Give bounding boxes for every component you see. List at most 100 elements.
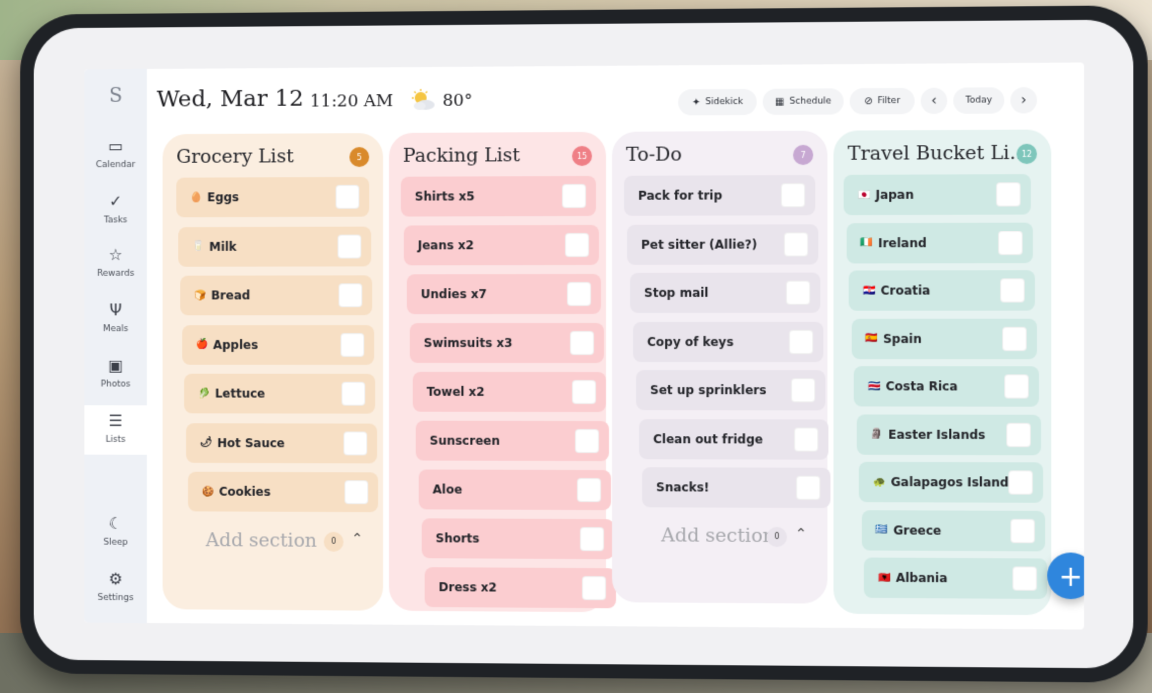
eye-off-icon: ⊘ [864, 95, 873, 107]
sidebar-item-meals[interactable]: Ψ Meals [84, 295, 147, 344]
list-item[interactable]: Pack for trip [624, 174, 816, 216]
list-item[interactable]: Dress x2 [424, 567, 617, 609]
check-icon: ✓ [109, 191, 123, 211]
list-item[interactable]: Snacks! [642, 467, 831, 509]
list-title[interactable]: Packing List [403, 144, 520, 166]
list-item[interactable]: Towel x2 [412, 371, 607, 413]
schedule-button[interactable]: ▦ Schedule [762, 88, 844, 115]
prev-button[interactable]: ‹ [920, 87, 948, 115]
list-item[interactable]: Pet sitter (Allie?) [627, 223, 818, 265]
item-checkbox[interactable] [581, 576, 607, 601]
list-item[interactable]: 🇬🇷 Greece [861, 509, 1046, 551]
item-checkbox[interactable] [998, 230, 1023, 255]
gear-icon: ⚙ [108, 569, 123, 589]
item-checkbox[interactable] [567, 281, 591, 307]
list-item-label: Eggs [207, 190, 240, 205]
item-checkbox[interactable] [572, 379, 596, 405]
item-checkbox[interactable] [1006, 422, 1031, 447]
add-section-button[interactable]: Add section [661, 524, 775, 547]
list-item[interactable]: 🥬 Lettuce [184, 373, 376, 414]
item-checkbox[interactable] [335, 184, 360, 209]
sidebar-item-sleep[interactable]: ☾ Sleep [84, 508, 147, 558]
list-item[interactable]: 🍪 Cookies [188, 471, 379, 513]
item-checkbox[interactable] [338, 283, 363, 308]
item-checkbox[interactable] [996, 182, 1021, 207]
item-checkbox[interactable] [783, 231, 808, 257]
list-item[interactable]: Shirts x5 [400, 175, 596, 217]
item-checkbox[interactable] [340, 332, 364, 357]
sidebar-item-photos[interactable]: ▣ Photos [84, 350, 147, 399]
list-item[interactable]: 🇦🇱 Albania [863, 557, 1048, 599]
sidebar-item-settings[interactable]: ⚙ Settings [84, 563, 147, 613]
list-item[interactable]: Jeans x2 [403, 224, 599, 266]
item-checkbox[interactable] [564, 232, 589, 258]
filter-button[interactable]: ⊘ Filter [849, 87, 915, 115]
list-item[interactable]: Set up sprinklers [636, 370, 826, 411]
list-item[interactable]: Clean out fridge [639, 418, 828, 460]
item-checkbox[interactable] [344, 480, 369, 505]
item-checkbox[interactable] [569, 330, 594, 356]
list-item[interactable]: 🐢 Galapagos Islands [858, 461, 1044, 503]
add-fab-button[interactable]: + [1047, 552, 1085, 600]
item-checkbox[interactable] [1004, 374, 1029, 399]
item-checkbox[interactable] [780, 183, 806, 208]
next-button[interactable]: › [1010, 87, 1037, 114]
list-item[interactable]: Shorts [421, 518, 614, 560]
plus-icon: + [1058, 559, 1083, 593]
sidebar-item-rewards[interactable]: ☆ Rewards [84, 239, 147, 289]
item-checkbox[interactable] [1010, 518, 1035, 543]
item-checkbox[interactable] [562, 183, 586, 209]
list-item[interactable]: 🇪🇸 Spain [851, 318, 1037, 359]
item-checkbox[interactable] [576, 478, 602, 503]
list-title[interactable]: To-Do [626, 143, 682, 165]
list-item-label: Copy of keys [647, 334, 734, 349]
list-title[interactable]: Grocery List [176, 145, 293, 167]
item-checkbox[interactable] [785, 280, 811, 305]
item-checkbox[interactable] [791, 378, 816, 403]
list-item[interactable]: 🍎 Apples [182, 324, 374, 365]
list-icon: ☰ [108, 411, 123, 431]
item-checkbox[interactable] [579, 527, 604, 552]
sidebar-item-lists[interactable]: ☰ Lists [84, 405, 147, 455]
chevron-up-icon[interactable]: ⌃ [351, 530, 363, 546]
item-checkbox[interactable] [1012, 566, 1037, 591]
list-item[interactable]: 🇯🇵 Japan [843, 174, 1031, 216]
list-item[interactable]: Sunscreen [415, 420, 609, 462]
list-item[interactable]: 🗿 Easter Islands [856, 413, 1042, 455]
list-item[interactable]: Stop mail [630, 272, 821, 313]
list-item[interactable]: Undies x7 [406, 273, 602, 315]
item-checkbox[interactable] [788, 329, 813, 354]
sidebar-item-calendar[interactable]: ▭ Calendar [84, 130, 147, 180]
item-emoji-icon: 🇭🇷 [862, 285, 876, 297]
item-checkbox[interactable] [343, 430, 367, 455]
star-icon: ☆ [108, 245, 123, 264]
list-title[interactable]: Travel Bucket Li... [848, 142, 1028, 165]
item-checkbox[interactable] [796, 475, 821, 500]
list-item[interactable]: 🇨🇷 Costa Rica [853, 366, 1040, 407]
list-item[interactable]: 🇮🇪 Ireland [846, 222, 1033, 263]
list-item[interactable]: 🍞 Bread [180, 275, 373, 316]
list-item[interactable]: 🥛 Milk [178, 226, 371, 267]
list-item[interactable]: 🌶 Hot Sauce [186, 422, 377, 463]
list-item[interactable]: 🥚 Eggs [176, 176, 370, 218]
chevron-up-icon[interactable]: ⌃ [795, 525, 807, 541]
add-section-button[interactable]: Add section [206, 529, 317, 551]
list-item-label: Cookies [218, 484, 271, 499]
item-checkbox[interactable] [574, 428, 599, 454]
item-emoji-icon: 🇬🇷 [875, 524, 889, 536]
sidebar-item-label: Settings [97, 592, 134, 604]
item-checkbox[interactable] [337, 234, 361, 259]
sidekick-button[interactable]: ✦ Sidekick [678, 88, 757, 116]
item-checkbox[interactable] [1000, 278, 1025, 303]
list-item[interactable]: Swimsuits x3 [409, 322, 604, 364]
item-checkbox[interactable] [1002, 326, 1027, 351]
list-item[interactable]: Copy of keys [633, 321, 823, 362]
item-checkbox[interactable] [341, 381, 366, 406]
item-checkbox[interactable] [793, 426, 818, 452]
sidekick-label: Sidekick [705, 96, 743, 108]
list-item[interactable]: Aloe [418, 469, 612, 511]
list-item[interactable]: 🇭🇷 Croatia [848, 270, 1035, 311]
item-checkbox[interactable] [1008, 470, 1033, 495]
today-button[interactable]: Today [953, 87, 1005, 114]
sidebar-item-tasks[interactable]: ✓ Tasks [84, 186, 147, 236]
